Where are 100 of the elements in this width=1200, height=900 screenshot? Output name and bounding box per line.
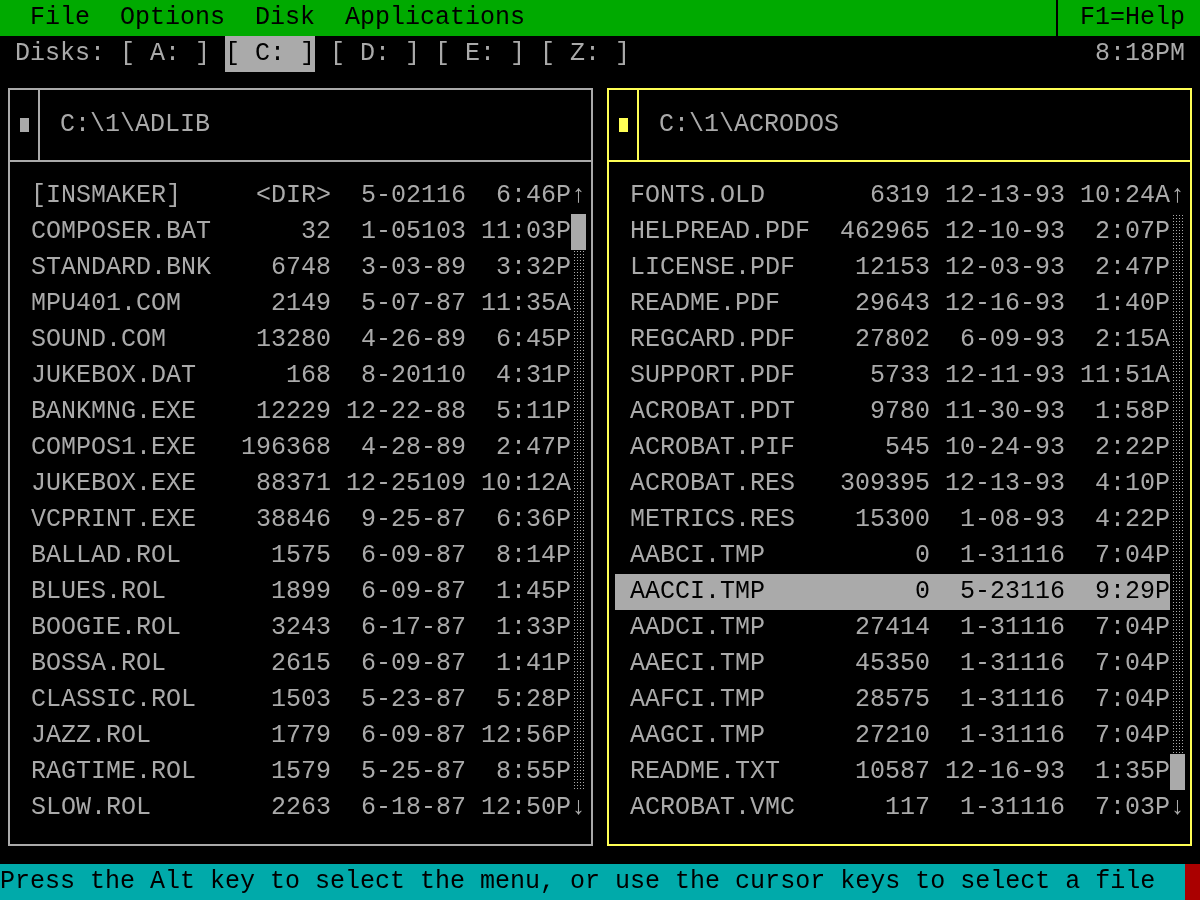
file-time: 12:56P [480,720,571,752]
file-row[interactable]: ACROBAT.RES 309395 12-13-93 4:10P [615,466,1170,502]
file-row[interactable]: MPU401.COM 2149 5-07-87 11:35A [16,286,571,322]
file-size: 0 [914,540,930,572]
file-name: COMPOS1.EXE [31,432,198,464]
file-size: 462965 [839,216,930,248]
file-time: 12:50P [480,792,571,824]
file-time: 1:35P [1094,756,1170,788]
file-size: 88371 [255,468,331,500]
scroll-up-arrow[interactable]: ↑ [571,178,586,214]
file-row[interactable]: LICENSE.PDF 12153 12-03-93 2:47P [615,250,1170,286]
file-row[interactable]: AADCI.TMP 27414 1-31116 7:04P [615,610,1170,646]
file-date: 6-09-87 [359,720,466,752]
panel-indicator-icon [618,118,628,132]
file-date: 8-20110 [359,360,466,392]
file-row[interactable]: HELPREAD.PDF 462965 12-10-93 2:07P [615,214,1170,250]
help-menu-item[interactable]: F1=Help [1055,0,1200,36]
drive-button[interactable]: [ C: ] [225,36,316,72]
file-row[interactable]: ACROBAT.PIF 545 10-24-93 2:22P [615,430,1170,466]
file-time: 2:15A [1094,324,1170,356]
file-time: 7:04P [1094,540,1170,572]
file-panel[interactable] [8,88,593,846]
file-row[interactable]: FONTS.OLD 6319 12-13-93 10:24A [615,178,1170,214]
file-row[interactable]: AAFCI.TMP 28575 1-31116 7:04P [615,682,1170,718]
file-row[interactable]: METRICS.RES 15300 1-08-93 4:22P [615,502,1170,538]
file-size: 117 [884,792,930,824]
file-name: AAFCI.TMP [630,684,767,716]
scroll-thumb[interactable] [571,214,586,250]
file-time: 6:46P [495,180,571,212]
status-indicator [1185,864,1200,900]
file-date: 5-02116 [359,180,466,212]
file-row[interactable]: BOSSA.ROL 2615 6-09-87 1:41P [16,646,571,682]
file-time: 4:10P [1094,468,1170,500]
file-date: 12-10-93 [943,216,1065,248]
file-time: 7:04P [1094,648,1170,680]
scroll-thumb[interactable] [1170,754,1185,790]
file-date: 12-16-93 [943,288,1065,320]
file-row[interactable]: RAGTIME.ROL 1579 5-25-87 8:55P [16,754,571,790]
file-date: 12-22-88 [344,396,466,428]
file-row[interactable]: BOOGIE.ROL 3243 6-17-87 1:33P [16,610,571,646]
drive-button[interactable]: [ D: ] [330,36,421,72]
file-row[interactable]: BALLAD.ROL 1575 6-09-87 8:14P [16,538,571,574]
file-row[interactable]: STANDARD.BNK 6748 3-03-89 3:32P [16,250,571,286]
drive-button[interactable]: [ A: ] [120,36,211,72]
file-name: SOUND.COM [31,324,168,356]
file-name: ACROBAT.RES [630,468,797,500]
file-size: 1503 [270,684,331,716]
file-row[interactable]: AABCI.TMP 0 1-31116 7:04P [615,538,1170,574]
file-size: 12153 [854,252,930,284]
file-row[interactable]: BLUES.ROL 1899 6-09-87 1:45P [16,574,571,610]
file-row[interactable]: ACROBAT.VMC 117 1-31116 7:03P [615,790,1170,826]
file-row[interactable]: BANKMNG.EXE 12229 12-22-88 5:11P [16,394,571,430]
file-row[interactable]: JAZZ.ROL 1779 6-09-87 12:56P [16,718,571,754]
drive-button[interactable]: [ Z: ] [540,36,631,72]
file-time: 8:14P [495,540,571,572]
file-row[interactable]: SLOW.ROL 2263 6-18-87 12:50P [16,790,571,826]
file-row[interactable]: AAECI.TMP 45350 1-31116 7:04P [615,646,1170,682]
file-name: README.TXT [630,756,782,788]
file-date: 12-16-93 [943,756,1065,788]
file-name: BOOGIE.ROL [31,612,183,644]
menu-item[interactable]: File [30,0,90,36]
file-row[interactable]: CLASSIC.ROL 1503 5-23-87 5:28P [16,682,571,718]
clock: 8:18PM [1095,38,1185,70]
menu-item[interactable]: Options [120,0,226,36]
file-row[interactable]: [INSMAKER] <DIR> 5-02116 6:46P [16,178,571,214]
file-row[interactable]: SUPPORT.PDF 5733 12-11-93 11:51A [615,358,1170,394]
file-name: README.PDF [630,288,782,320]
menu-item[interactable]: Disk [255,0,316,36]
file-time: 5:11P [495,396,571,428]
file-row[interactable]: COMPOSER.BAT 32 1-05103 11:03P [16,214,571,250]
file-row[interactable]: AACCI.TMP 0 5-23116 9:29P [615,574,1170,610]
file-size: 309395 [839,468,930,500]
file-date: 3-03-89 [359,252,466,284]
file-row[interactable]: JUKEBOX.DAT 168 8-20110 4:31P [16,358,571,394]
status-message: Press the Alt key to select the menu, or use the cursor keys to select a file [0,866,1157,898]
scroll-up-arrow[interactable]: ↑ [1170,178,1185,214]
scroll-down-arrow[interactable]: ↓ [1170,790,1185,826]
file-name: COMPOSER.BAT [31,216,213,248]
file-row[interactable]: ACROBAT.PDT 9780 11-30-93 1:58P [615,394,1170,430]
file-row[interactable]: README.TXT 10587 12-16-93 1:35P [615,754,1170,790]
file-row[interactable]: JUKEBOX.EXE 88371 12-25109 10:12A [16,466,571,502]
file-row[interactable]: COMPOS1.EXE 196368 4-28-89 2:47P [16,430,571,466]
file-size: 27210 [854,720,930,752]
file-date: 10-24-93 [943,432,1065,464]
menu-item[interactable]: Applications [345,0,526,36]
file-size: 12229 [255,396,331,428]
file-row[interactable]: REGCARD.PDF 27802 6-09-93 2:15A [615,322,1170,358]
file-name: AADCI.TMP [630,612,767,644]
file-row[interactable]: AAGCI.TMP 27210 1-31116 7:04P [615,718,1170,754]
file-row[interactable]: SOUND.COM 13280 4-26-89 6:45P [16,322,571,358]
drive-button[interactable]: [ E: ] [435,36,526,72]
scroll-down-arrow[interactable]: ↓ [571,790,586,826]
file-name: JUKEBOX.DAT [31,360,198,392]
file-date: 12-13-93 [943,468,1065,500]
file-row[interactable]: README.PDF 29643 12-16-93 1:40P [615,286,1170,322]
file-date: 4-26-89 [359,324,466,356]
file-time: 7:04P [1094,720,1170,752]
file-name: RAGTIME.ROL [31,756,198,788]
file-row[interactable]: VCPRINT.EXE 38846 9-25-87 6:36P [16,502,571,538]
file-size: 1899 [270,576,331,608]
